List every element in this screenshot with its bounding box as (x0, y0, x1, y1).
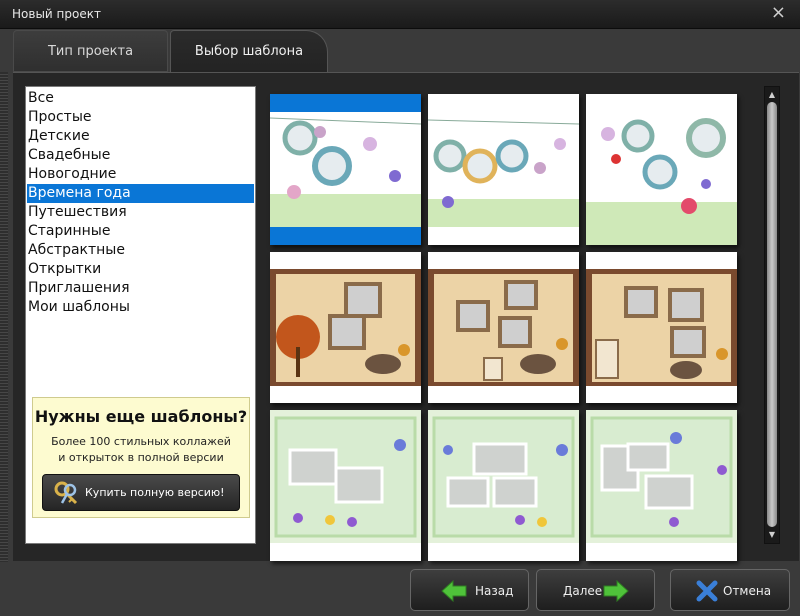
arrow-right-icon (603, 580, 629, 602)
category-item[interactable]: Детские (27, 127, 254, 146)
window-title: Новый проект (12, 7, 101, 21)
template-preview (428, 410, 579, 561)
promo-line-2: и открыток в полной версии (58, 451, 224, 464)
category-item[interactable]: Абстрактные (27, 241, 254, 260)
back-button[interactable]: Назад (410, 569, 529, 611)
key-icon (54, 481, 78, 505)
promo-line-1: Более 100 стильных коллажей (51, 435, 231, 448)
template-preview (428, 94, 579, 245)
scrollbar-thumb[interactable] (767, 102, 777, 527)
buy-full-version-button[interactable]: Купить полную версию! (42, 474, 240, 511)
close-icon (696, 580, 718, 602)
category-item[interactable]: Простые (27, 108, 254, 127)
template-preview (586, 410, 737, 561)
template-preview (270, 94, 421, 245)
category-item[interactable]: Новогодние (27, 165, 254, 184)
promo-title: Нужны еще шаблоны? (34, 407, 248, 426)
arrow-left-icon (441, 580, 467, 602)
side-frame (0, 72, 8, 562)
scroll-up-icon[interactable]: ▲ (765, 88, 779, 102)
template-thumbnail[interactable] (270, 410, 421, 561)
category-item[interactable]: Открытки (27, 260, 254, 279)
buy-button-label: Купить полную версию! (85, 486, 225, 499)
template-thumbnail[interactable] (586, 410, 737, 561)
new-project-window: Новый проект × Тип проекта Выбор шаблона… (0, 0, 800, 616)
template-thumbnail[interactable] (428, 410, 579, 561)
template-preview (586, 252, 737, 403)
template-preview (270, 252, 421, 403)
category-item[interactable]: Мои шаблоны (27, 298, 254, 317)
template-thumbnail[interactable] (428, 252, 579, 403)
template-preview (586, 94, 737, 245)
category-item[interactable]: Все (27, 89, 254, 108)
category-item[interactable]: Приглашения (27, 279, 254, 298)
cancel-button[interactable]: Отмена (670, 569, 790, 611)
category-item[interactable]: Старинные (27, 222, 254, 241)
category-item-selected[interactable]: Времена года (27, 184, 254, 203)
back-button-label: Назад (475, 584, 514, 598)
template-preview (270, 410, 421, 561)
template-preview (428, 252, 579, 403)
template-thumbnail[interactable] (428, 94, 579, 245)
category-item[interactable]: Путешествия (27, 203, 254, 222)
category-item[interactable]: Свадебные (27, 146, 254, 165)
promo-text: Более 100 стильных коллажей и открыток в… (33, 434, 249, 466)
next-button[interactable]: Далее (536, 569, 655, 611)
close-icon[interactable]: × (771, 2, 786, 24)
tab-project-type[interactable]: Тип проекта (13, 30, 168, 72)
template-scrollbar[interactable]: ▲ ▼ (764, 86, 780, 544)
cancel-button-label: Отмена (723, 584, 772, 598)
template-thumbnail[interactable] (586, 252, 737, 403)
tab-template-choice[interactable]: Выбор шаблона (170, 30, 328, 72)
template-thumbnail[interactable] (586, 94, 737, 245)
promo-box: Нужны еще шаблоны? Более 100 стильных ко… (32, 397, 250, 518)
scroll-down-icon[interactable]: ▼ (765, 528, 779, 542)
title-bar: Новый проект × (0, 0, 800, 29)
template-thumbnail[interactable] (270, 252, 421, 403)
next-button-label: Далее (563, 584, 603, 598)
template-thumbnail-selected[interactable] (270, 94, 421, 245)
